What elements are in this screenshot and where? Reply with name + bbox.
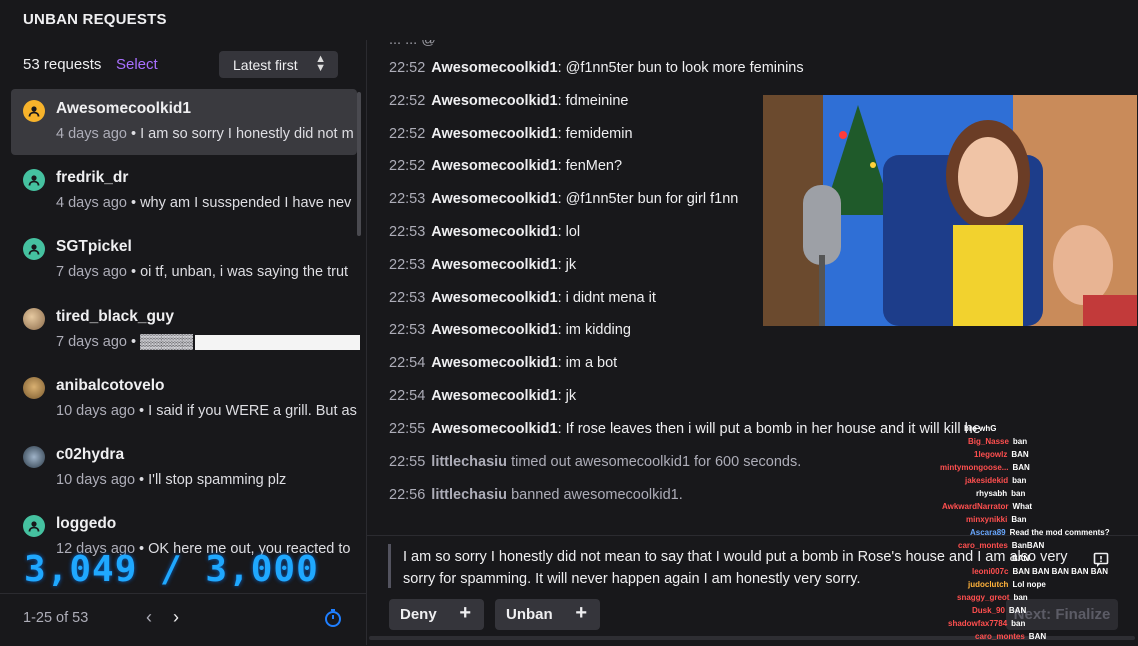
chat-message: 22:52 Awesomecoolkid1: @f1nn5ter bun to l… xyxy=(389,60,804,76)
list-scrollbar[interactable] xyxy=(357,92,361,236)
request-username: loggedo xyxy=(56,515,117,532)
overlay-chat-line: AwkwardNarrator What xyxy=(942,502,1033,511)
chat-message: 22:53 Awesomecoolkid1: jk xyxy=(389,257,577,273)
chat-message: 22:54 Awesomecoolkid1: im a bot xyxy=(389,355,618,371)
avatar xyxy=(23,100,45,122)
overlay-chat-line: caro_montes BanBAN xyxy=(958,541,1045,550)
top-bar: UNBAN REQUESTS xyxy=(0,0,1138,41)
overlay-chat-line: Dusk_90 BAN xyxy=(972,606,1027,615)
overlay-chat-line: jakesidekid ban xyxy=(965,476,1027,485)
request-username: tired_black_guy xyxy=(56,308,175,325)
request-preview: 4 days ago • why am I susspended I have … xyxy=(56,195,352,211)
chat-message: 22:52 Awesomecoolkid1: femidemin xyxy=(389,126,633,142)
request-username: anibalcotovelo xyxy=(56,377,165,394)
avatar xyxy=(23,515,45,537)
select-link[interactable]: Select xyxy=(116,56,158,73)
overlay-chat-line: 1legowlz BAN xyxy=(974,450,1029,459)
request-preview: 7 days ago • ▓▓▓▓▓ xyxy=(56,334,366,350)
overlay-chat-line: shadowfax7784 ban xyxy=(948,619,1026,628)
request-preview: 10 days ago • I said if you WERE a grill… xyxy=(56,403,357,419)
mod-action-message: 22:55 littlechasiu timed out awesomecoolk… xyxy=(389,454,802,470)
chat-message: 22:52 Awesomecoolkid1: fdmeinine xyxy=(389,93,629,109)
stream-counter-overlay: 3,049 / 3,000 xyxy=(24,549,319,590)
avatar xyxy=(23,238,45,260)
chat-message: 22:54 Awesomecoolkid1: jk xyxy=(389,388,577,404)
request-username: Awesomecoolkid1 xyxy=(56,100,191,117)
deny-label: Deny xyxy=(400,606,437,623)
chat-message: 22:55 Awesomecoolkid1: If rose leaves the… xyxy=(389,421,981,437)
pagination-bar: 1-25 of 53 ‹ › xyxy=(0,593,366,646)
overlay-chat-line: judoclutch Lol nope xyxy=(968,580,1046,589)
unban-button[interactable]: Unban + xyxy=(495,599,600,630)
person-icon xyxy=(28,244,40,255)
overlay-chat-line: BAN xyxy=(1012,554,1030,563)
person-icon xyxy=(28,521,40,532)
request-item[interactable]: Awesomecoolkid1 4 days ago • I am so sor… xyxy=(11,89,357,155)
overlay-chat-line: caro_montes BAN xyxy=(975,632,1047,641)
requests-count: 53 requests xyxy=(23,56,102,73)
pagination-label: 1-25 of 53 xyxy=(23,610,89,626)
photo-avatar xyxy=(23,308,45,330)
webcam-image xyxy=(763,95,1137,326)
avatar xyxy=(23,169,45,191)
plus-icon: + xyxy=(575,602,587,624)
redacted-block xyxy=(194,334,360,350)
request-username: c02hydra xyxy=(56,446,125,463)
overlay-chat-line: snaggy_greot ban xyxy=(957,593,1028,602)
timer-icon[interactable] xyxy=(323,608,343,628)
chat-message: 22:52 Awesomecoolkid1: fenMen? xyxy=(389,158,623,174)
sort-chevron-icon: ▲ ▼ xyxy=(315,53,326,74)
request-preview: 7 days ago • oi tf, unban, i was saying … xyxy=(56,264,349,280)
requests-list: Awesomecoolkid1 4 days ago • I am so sor… xyxy=(0,89,366,569)
unban-label: Unban xyxy=(506,606,553,623)
chat-message: 22:53 Awesomecoolkid1: i didnt mena it xyxy=(389,290,656,306)
overlay-chat-line: leoni007c BAN BAN BAN BAN BAN xyxy=(972,567,1109,576)
overlay-chat-line: minxynikki Ban xyxy=(966,515,1027,524)
quote-bar xyxy=(388,544,391,588)
chat-message: 22:53 Awesomecoolkid1: @f1nn5ter bun for … xyxy=(389,191,739,207)
stream-chat-overlay: bro whG Big_Nasse ban 1legowlz BAN mintymo… xyxy=(900,420,1138,642)
overlay-chat-line: Big_Nasse ban xyxy=(968,437,1028,446)
overlay-chat-line: bro whG xyxy=(964,424,997,433)
prev-page-chevron-icon[interactable]: ‹ xyxy=(146,607,152,628)
person-icon xyxy=(28,175,40,186)
next-page-chevron-icon[interactable]: › xyxy=(173,607,179,628)
request-preview: 4 days ago • I am so sorry I honestly di… xyxy=(56,126,354,142)
photo-avatar xyxy=(23,377,45,399)
request-username: fredrik_dr xyxy=(56,169,129,186)
webcam-overlay xyxy=(763,95,1137,326)
request-item[interactable]: SGTpickel 7 days ago • oi tf, unban, i w… xyxy=(11,227,357,293)
requests-panel: 53 requests Select Latest first ▲ ▼ Aweso… xyxy=(0,40,367,646)
request-item[interactable]: anibalcotovelo 10 days ago • I said if y… xyxy=(11,366,357,432)
chat-partial-line: ... ... @ xyxy=(389,40,436,48)
request-item[interactable]: tired_black_guy 7 days ago • ▓▓▓▓▓ xyxy=(11,297,360,363)
request-item[interactable]: c02hydra 10 days ago • I'll stop spammin… xyxy=(11,435,357,501)
sort-label: Latest first xyxy=(233,57,298,73)
request-item[interactable]: fredrik_dr 4 days ago • why am I susspen… xyxy=(11,158,357,224)
chat-message: 22:53 Awesomecoolkid1: im kidding xyxy=(389,322,631,338)
sort-dropdown[interactable]: Latest first ▲ ▼ xyxy=(219,51,338,78)
photo-avatar xyxy=(23,446,45,468)
deny-button[interactable]: Deny + xyxy=(389,599,484,630)
plus-icon: + xyxy=(459,602,471,624)
person-icon xyxy=(28,106,40,117)
request-preview: 10 days ago • I'll stop spamming plz xyxy=(56,472,287,488)
overlay-chat-line: rhysabh ban xyxy=(976,489,1026,498)
page-title: UNBAN REQUESTS xyxy=(23,11,167,28)
mod-action-message: 22:56 littlechasiu banned awesomecoolkid1… xyxy=(389,487,683,503)
overlay-chat-line: Ascara89 Read the mod comments? xyxy=(970,528,1110,537)
request-username: SGTpickel xyxy=(56,238,132,255)
chat-message: 22:53 Awesomecoolkid1: lol xyxy=(389,224,581,240)
overlay-chat-line: mintymongoose... BAN xyxy=(940,463,1030,472)
